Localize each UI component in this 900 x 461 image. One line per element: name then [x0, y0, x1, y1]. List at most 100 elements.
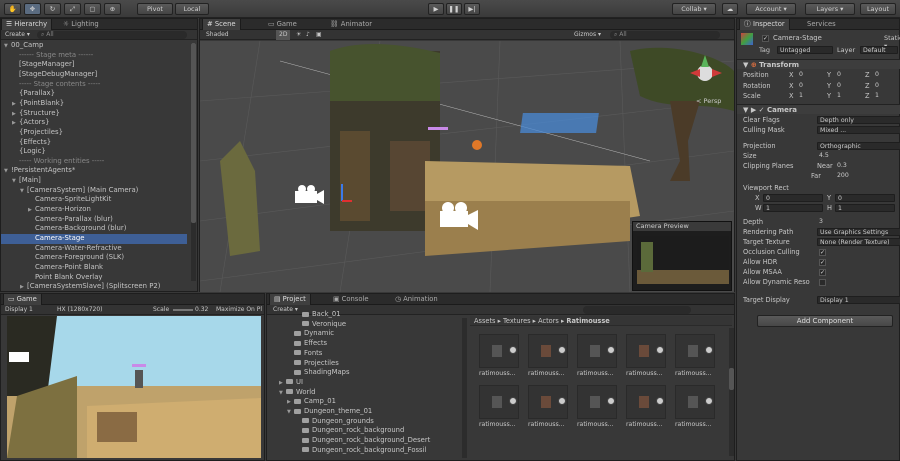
depth-field[interactable]: 3: [817, 218, 900, 226]
project-folder-item[interactable]: ▶ Camp_01: [267, 397, 336, 407]
play-icon[interactable]: [656, 397, 664, 405]
pivot-toggle[interactable]: Pivot: [137, 3, 173, 15]
pause-button[interactable]: ❚❚: [446, 3, 462, 15]
scene-search-input[interactable]: ⌕ All: [610, 31, 720, 39]
tab-project[interactable]: ▤ Project: [269, 294, 311, 305]
gizmos-dropdown[interactable]: Gizmos ▾: [574, 30, 601, 40]
viewport-w-field[interactable]: 1: [763, 204, 823, 212]
play-icon[interactable]: [558, 397, 566, 405]
collab-button[interactable]: Collab ▾: [672, 3, 716, 15]
persp-label[interactable]: < Persp: [696, 97, 721, 105]
tab-console[interactable]: ▣ Console: [329, 294, 373, 305]
asset-thumbnail[interactable]: ratimouss...: [479, 334, 523, 378]
hdr-checkbox[interactable]: ✓: [819, 258, 826, 266]
play-icon[interactable]: [558, 346, 566, 354]
breadcrumb-item[interactable]: Textures: [503, 317, 531, 325]
project-folder-item[interactable]: Fonts: [267, 349, 322, 359]
mode-2d-toggle[interactable]: 2D: [276, 30, 291, 40]
object-name-field[interactable]: Camera-Stage: [773, 34, 863, 43]
target-texture-field[interactable]: None (Render Texture): [817, 238, 900, 246]
play-icon[interactable]: [656, 346, 664, 354]
project-folder-item[interactable]: ▼ Dungeon_theme_01: [267, 407, 372, 417]
project-folder-item[interactable]: ShadingMaps: [267, 368, 350, 378]
clear-flags-dropdown[interactable]: Depth only: [817, 116, 900, 124]
scale-tool-icon[interactable]: ⤢: [64, 3, 81, 15]
tab-scene[interactable]: # Scene: [202, 19, 241, 30]
breadcrumb-item[interactable]: Assets: [474, 317, 495, 325]
layer-dropdown[interactable]: Default: [860, 46, 898, 54]
audio-icon[interactable]: ♪: [306, 30, 310, 40]
hierarchy-item[interactable]: ▼ [CameraSystem] (Main Camera): [1, 186, 187, 196]
transform-y-field[interactable]: 0: [835, 71, 863, 79]
hierarchy-item[interactable]: ▶ {Structure}: [1, 109, 187, 119]
msaa-checkbox[interactable]: ✓: [819, 268, 826, 276]
dynamic-res-checkbox[interactable]: [819, 278, 826, 286]
transform-x-field[interactable]: 0: [797, 71, 825, 79]
target-display-dropdown[interactable]: Display 1: [817, 296, 900, 304]
asset-thumbnail[interactable]: ratimouss...: [626, 334, 670, 378]
hierarchy-item[interactable]: Point Blank Overlay: [1, 273, 187, 283]
viewport-y-field[interactable]: 0: [835, 194, 895, 202]
project-folder-item[interactable]: Dungeon_grounds: [267, 417, 374, 427]
shading-dropdown[interactable]: Shaded: [206, 30, 229, 40]
project-folder-item[interactable]: Dynamic: [267, 329, 334, 339]
transform-z-field[interactable]: 0: [873, 71, 900, 79]
tab-lighting[interactable]: ☼ Lighting: [59, 19, 103, 30]
asset-thumbnail[interactable]: ratimouss...: [528, 334, 572, 378]
hierarchy-item[interactable]: ▼ !PersistentAgents*: [1, 166, 187, 176]
transform-y-field[interactable]: 0: [835, 82, 863, 90]
maximize-toggle[interactable]: Maximize On Pl: [216, 305, 262, 315]
hierarchy-item[interactable]: Camera-Point Blank: [1, 263, 187, 273]
hierarchy-item[interactable]: [StageDebugManager]: [1, 70, 187, 80]
expand-arrow-icon[interactable]: ▶: [20, 283, 27, 291]
project-folder-item[interactable]: Dungeon_rock_background: [267, 426, 404, 436]
hierarchy-item[interactable]: Camera-Parallax (blur): [1, 215, 187, 225]
project-folder-item[interactable]: Veronique: [267, 320, 346, 330]
projection-dropdown[interactable]: Orthographic: [817, 142, 900, 150]
project-folder-item[interactable]: Dungeon_rock_background_Desert: [267, 436, 430, 446]
project-folder-item[interactable]: ▶ UI: [267, 378, 303, 388]
asset-thumbnail[interactable]: ratimouss...: [626, 385, 670, 429]
layout-dropdown[interactable]: Layout: [860, 3, 896, 15]
transform-z-field[interactable]: 0: [873, 82, 900, 90]
tab-services[interactable]: Services: [803, 19, 840, 30]
project-search-input[interactable]: [583, 306, 691, 314]
rendering-path-dropdown[interactable]: Use Graphics Settings: [817, 228, 900, 236]
active-checkbox[interactable]: ✓: [762, 35, 769, 42]
resolution-dropdown[interactable]: HX (1280x720): [57, 305, 102, 315]
transform-tool-icon[interactable]: ⊕: [104, 3, 121, 15]
asset-thumbnail[interactable]: ratimouss...: [528, 385, 572, 429]
rect-tool-icon[interactable]: ▢: [84, 3, 101, 15]
asset-thumbnail[interactable]: ratimouss...: [577, 385, 621, 429]
hierarchy-item[interactable]: Camera-Water-Refractive: [1, 244, 187, 254]
hierarchy-item[interactable]: ▼ [Main]: [1, 176, 187, 186]
scale-slider[interactable]: [173, 309, 193, 311]
far-field[interactable]: 200: [835, 172, 900, 180]
tab-animation[interactable]: ◷ Animation: [391, 294, 442, 305]
hierarchy-item[interactable]: {Projectiles}: [1, 128, 187, 138]
hierarchy-item[interactable]: {Logic}: [1, 147, 187, 157]
hierarchy-item[interactable]: Camera-Background (blur): [1, 224, 187, 234]
hierarchy-item[interactable]: ▶ {Actors}: [1, 118, 187, 128]
hierarchy-item[interactable]: ▶ Camera-Horizon: [1, 205, 187, 215]
tab-inspector[interactable]: ⓘ Inspector: [739, 19, 790, 30]
tab-game-view[interactable]: ▭ Game: [3, 294, 42, 305]
project-tree-scrollbar[interactable]: [462, 318, 467, 458]
step-button[interactable]: ▶|: [464, 3, 480, 15]
hierarchy-item[interactable]: Camera-SpriteLightKit: [1, 195, 187, 205]
transform-x-field[interactable]: 1: [797, 92, 825, 100]
play-icon[interactable]: [607, 397, 615, 405]
scrollbar-thumb[interactable]: [729, 368, 734, 390]
hierarchy-item[interactable]: Camera-Stage: [1, 234, 187, 244]
hierarchy-item[interactable]: {Effects}: [1, 138, 187, 148]
project-folder-item[interactable]: ▼ World: [267, 388, 315, 398]
account-dropdown[interactable]: Account ▾: [746, 3, 796, 15]
project-folder-item[interactable]: Effects: [267, 339, 327, 349]
tag-dropdown[interactable]: Untagged: [777, 46, 833, 54]
move-tool-icon[interactable]: ✥: [24, 3, 41, 15]
hierarchy-item[interactable]: {Parallax}: [1, 89, 187, 99]
project-folder-item[interactable]: Back_01: [267, 310, 341, 320]
hand-tool-icon[interactable]: ✋: [4, 3, 21, 15]
game-viewport[interactable]: [7, 316, 261, 458]
hierarchy-item[interactable]: [StageManager]: [1, 60, 187, 70]
